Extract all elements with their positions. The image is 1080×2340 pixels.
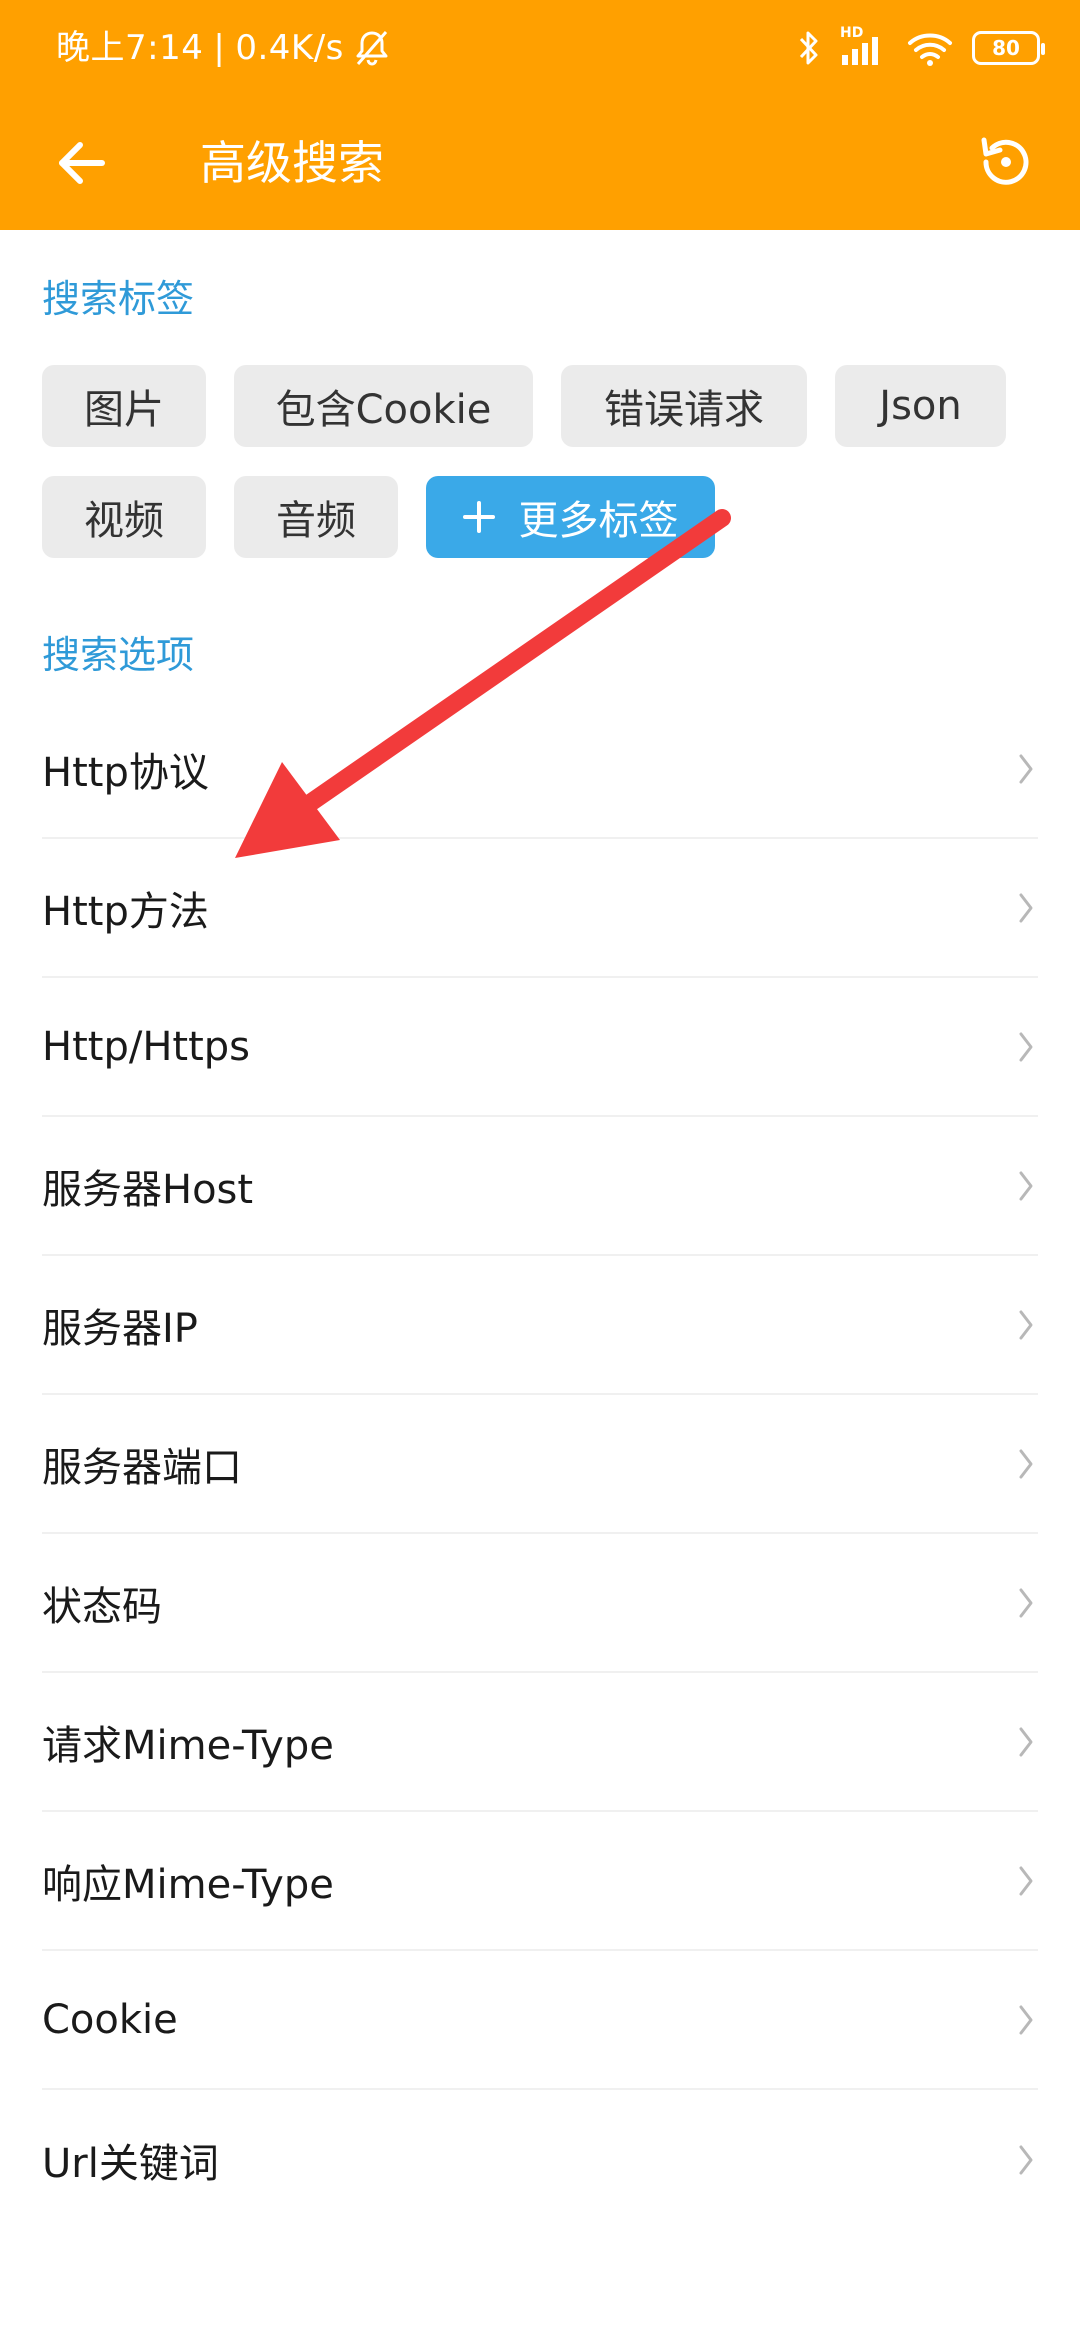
status-bar: 晚上7:14 | 0.4K/s HD 80 xyxy=(0,0,1080,96)
chevron-right-icon xyxy=(1014,1305,1038,1345)
reset-button[interactable] xyxy=(962,120,1046,204)
plus-icon xyxy=(462,501,495,533)
header: 晚上7:14 | 0.4K/s HD 80 高级搜索 xyxy=(0,0,1080,230)
option-http-https[interactable]: Http/Https xyxy=(42,978,1038,1117)
tag-label: 错误请求 xyxy=(604,387,764,433)
chevron-right-icon xyxy=(1014,2000,1038,2040)
tag-image[interactable]: 图片 xyxy=(42,365,206,447)
tags-section-title: 搜索标签 xyxy=(42,277,195,321)
chevron-right-icon xyxy=(1014,1722,1038,1762)
option-label: 服务器端口 xyxy=(42,1444,242,1491)
option-label: 响应Mime-Type xyxy=(42,1861,334,1908)
page-title: 高级搜索 xyxy=(200,136,384,190)
chevron-right-icon xyxy=(1014,749,1038,789)
battery-level: 80 xyxy=(992,36,1020,60)
reset-history-icon xyxy=(974,132,1034,192)
tag-label: 音频 xyxy=(276,498,356,544)
chevron-right-icon xyxy=(1014,888,1038,928)
option-http-protocol[interactable]: Http协议 xyxy=(42,700,1038,839)
options-section-title: 搜索选项 xyxy=(42,633,195,677)
bluetooth-icon xyxy=(798,29,820,67)
more-tags-button[interactable]: 更多标签 xyxy=(426,476,715,558)
tag-label: 视频 xyxy=(84,498,164,544)
option-url-keyword[interactable]: Url关键词 xyxy=(42,2090,1038,2229)
option-status-code[interactable]: 状态码 xyxy=(42,1534,1038,1673)
chevron-right-icon xyxy=(1014,1861,1038,1901)
option-label: Http/Https xyxy=(42,1023,250,1070)
wifi-icon xyxy=(906,29,954,67)
option-label: Http方法 xyxy=(42,888,209,935)
app-bar: 高级搜索 xyxy=(0,96,1080,230)
options-list: Http协议 Http方法 Http/Https 服务器Host 服务器IP 服… xyxy=(42,700,1038,2229)
chevron-right-icon xyxy=(1014,1583,1038,1623)
option-server-ip[interactable]: 服务器IP xyxy=(42,1256,1038,1395)
tag-error-request[interactable]: 错误请求 xyxy=(561,365,807,447)
chevron-right-icon xyxy=(1014,1444,1038,1484)
chevron-right-icon xyxy=(1014,1027,1038,1067)
tag-video[interactable]: 视频 xyxy=(42,476,206,558)
battery-icon: 80 xyxy=(972,31,1045,65)
option-label: Http协议 xyxy=(42,749,209,796)
option-response-mime-type[interactable]: 响应Mime-Type xyxy=(42,1812,1038,1951)
option-server-host[interactable]: 服务器Host xyxy=(42,1117,1038,1256)
tag-label: Json xyxy=(879,383,962,429)
option-server-port[interactable]: 服务器端口 xyxy=(42,1395,1038,1534)
signal-icon: HD xyxy=(838,25,888,67)
status-separator: | xyxy=(213,28,226,68)
option-label: 服务器IP xyxy=(42,1305,198,1352)
status-right: HD 80 xyxy=(798,22,1045,74)
option-cookie[interactable]: Cookie xyxy=(42,1951,1038,2090)
option-request-mime-type[interactable]: 请求Mime-Type xyxy=(42,1673,1038,1812)
advanced-search-screen: 晚上7:14 | 0.4K/s HD 80 高级搜索 搜索标签 图片 包含Coo… xyxy=(0,0,1080,2340)
network-speed: 0.4K/s xyxy=(235,28,344,68)
status-time: 晚上7:14 xyxy=(56,28,204,68)
status-left: 晚上7:14 | 0.4K/s xyxy=(56,22,390,74)
chevron-right-icon xyxy=(1014,2140,1038,2180)
tag-label: 图片 xyxy=(84,387,164,433)
chevron-right-icon xyxy=(1014,1166,1038,1206)
tag-audio[interactable]: 音频 xyxy=(234,476,398,558)
option-label: 服务器Host xyxy=(42,1166,254,1213)
more-tags-label: 更多标签 xyxy=(518,498,679,544)
back-button[interactable] xyxy=(44,126,118,200)
tag-cookie[interactable]: 包含Cookie xyxy=(234,365,533,447)
option-label: 请求Mime-Type xyxy=(42,1722,334,1769)
option-label: 状态码 xyxy=(42,1583,162,1630)
option-http-method[interactable]: Http方法 xyxy=(42,839,1038,978)
network-badge: HD xyxy=(840,25,864,41)
bell-off-icon xyxy=(354,29,390,67)
option-label: Cookie xyxy=(42,1996,178,2043)
tag-label: 包含Cookie xyxy=(275,387,492,433)
arrow-left-icon xyxy=(56,141,106,185)
option-label: Url关键词 xyxy=(42,2140,219,2187)
tag-json[interactable]: Json xyxy=(835,365,1006,447)
